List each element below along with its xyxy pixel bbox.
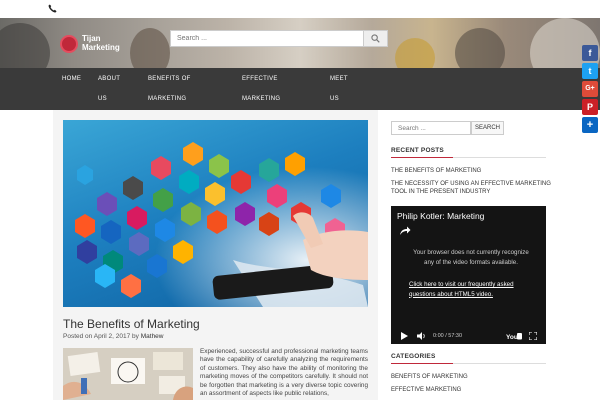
share-arrow-icon[interactable] <box>399 226 411 236</box>
pinterest-share-icon[interactable]: P <box>582 99 598 115</box>
volume-icon[interactable] <box>417 332 427 340</box>
logo-text: Tijan Marketing <box>82 34 120 52</box>
search-icon <box>371 34 380 43</box>
post-title[interactable]: The Benefits of Marketing <box>63 317 200 331</box>
post-excerpt: Experienced, successful and professional… <box>200 348 368 398</box>
post-meta-by: by <box>132 333 139 340</box>
header-search-button[interactable] <box>363 31 387 46</box>
categories-accent <box>391 363 453 364</box>
video-title[interactable]: Philip Kotler: Marketing <box>397 211 484 221</box>
sidebar-search-input[interactable] <box>391 121 471 135</box>
header-search-input[interactable] <box>171 31 365 46</box>
video-unsupported-message: Your browser does not currently recogniz… <box>413 249 529 266</box>
share-more-icon[interactable]: + <box>582 117 598 133</box>
nav-item-effective[interactable]: EFFECTIVE <box>242 68 278 90</box>
post-date[interactable]: April 2, 2017 <box>94 333 131 340</box>
header-banner: Tijan Marketing <box>0 18 600 68</box>
nav-item-about[interactable]: ABOUT <box>98 68 120 90</box>
twitter-share-icon[interactable]: t <box>582 63 598 79</box>
recent-posts-accent <box>391 157 453 158</box>
facebook-share-icon[interactable]: f <box>582 45 598 61</box>
post-meta: Posted on April 2, 2017 by Mathew <box>63 333 164 340</box>
nav-item-benefits-line2[interactable]: MARKETING <box>148 88 186 110</box>
video-controls: 0:00 / 57:30 You <box>391 328 546 344</box>
category-link[interactable]: BENEFITS OF MARKETING <box>391 373 551 381</box>
video-faq-link[interactable]: Click here to visit our frequently asked… <box>409 280 529 299</box>
nav-item-meet[interactable]: MEET <box>330 68 348 90</box>
marketing-desk-photo <box>63 348 193 400</box>
post-meta-prefix: Posted on <box>63 333 93 340</box>
header-search <box>170 30 388 47</box>
nav-item-home[interactable]: HOME <box>62 68 81 90</box>
recent-posts-title: RECENT POSTS <box>391 147 444 154</box>
post-author[interactable]: Mathew <box>141 333 164 340</box>
recent-post-link[interactable]: THE BENEFITS OF MARKETING <box>391 167 551 175</box>
post-featured-image[interactable] <box>63 120 368 307</box>
youtube-logo-icon[interactable]: You <box>506 332 522 340</box>
google-plus-share-icon[interactable]: G+ <box>582 81 598 97</box>
top-bar <box>0 0 600 18</box>
recent-post-link[interactable]: THE NECESSITY OF USING AN EFFECTIVE MARK… <box>391 180 551 196</box>
fullscreen-icon[interactable] <box>529 332 537 340</box>
page: Tijan Marketing HOME ABOUT US BENEFITS O… <box>0 0 600 400</box>
nav-item-effective-line2[interactable]: MARKETING <box>242 88 280 110</box>
social-network-illustration <box>63 120 368 307</box>
phone-icon <box>48 4 57 13</box>
logo-mark-icon <box>60 35 78 53</box>
video-time: 0:00 / 57:30 <box>433 333 463 339</box>
categories-title: CATEGORIES <box>391 353 436 360</box>
category-link[interactable]: EFFECTIVE MARKETING <box>391 386 551 394</box>
sidebar-search-button[interactable]: SEARCH <box>471 121 504 135</box>
svg-text:You: You <box>506 334 518 340</box>
nav-item-meet-line2[interactable]: US <box>330 88 339 110</box>
play-icon[interactable] <box>401 332 408 340</box>
post-thumbnail[interactable] <box>63 348 193 400</box>
site-logo[interactable]: Tijan Marketing <box>60 33 120 55</box>
nav-item-benefits[interactable]: BENEFITS OF <box>148 68 191 90</box>
video-player[interactable]: Philip Kotler: Marketing Your browser do… <box>391 206 546 344</box>
main-nav: HOME ABOUT US BENEFITS OF MARKETING EFFE… <box>0 68 600 110</box>
nav-item-about-line2[interactable]: US <box>98 88 107 110</box>
